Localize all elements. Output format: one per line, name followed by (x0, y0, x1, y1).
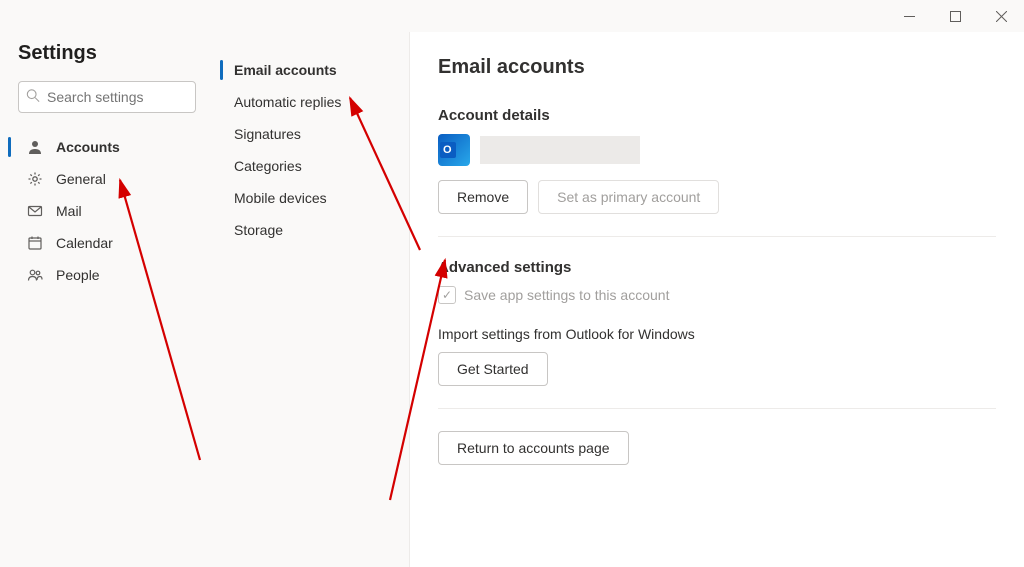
subnav-label: Automatic replies (234, 94, 341, 110)
set-primary-button: Set as primary account (538, 180, 719, 214)
nav-item-accounts[interactable]: Accounts (18, 131, 196, 163)
maximize-icon (950, 11, 961, 22)
account-email-redacted (480, 136, 640, 164)
checkbox-icon: ✓ (438, 286, 456, 304)
settings-sidebar: Settings Accounts General (0, 32, 210, 567)
account-details-heading: Account details (438, 107, 996, 124)
close-button[interactable] (978, 0, 1024, 32)
nav-label: Calendar (56, 235, 113, 251)
remove-button[interactable]: Remove (438, 180, 528, 214)
subnav-label: Categories (234, 158, 302, 174)
subnav-signatures[interactable]: Signatures (224, 118, 395, 150)
advanced-settings-heading: Advanced settings (438, 259, 996, 276)
divider (438, 408, 996, 409)
subnav-label: Signatures (234, 126, 301, 142)
search-box (18, 81, 196, 113)
save-app-settings-label: Save app settings to this account (464, 287, 669, 303)
nav-label: Accounts (56, 139, 120, 155)
nav-item-general[interactable]: General (18, 163, 196, 195)
save-app-settings-row: ✓ Save app settings to this account (438, 286, 996, 304)
minimize-button[interactable] (886, 0, 932, 32)
people-icon (26, 267, 44, 283)
gear-icon (26, 171, 44, 187)
search-icon (26, 89, 40, 106)
titlebar (0, 0, 1024, 32)
nav-label: Mail (56, 203, 82, 219)
subnav-label: Email accounts (234, 62, 337, 78)
divider (438, 236, 996, 237)
primary-nav: Accounts General Mail Calendar (18, 131, 196, 291)
subnav-storage[interactable]: Storage (224, 214, 395, 246)
subnav-mobile-devices[interactable]: Mobile devices (224, 182, 395, 214)
subnav-label: Mobile devices (234, 190, 327, 206)
nav-item-calendar[interactable]: Calendar (18, 227, 196, 259)
mail-icon (26, 203, 44, 219)
nav-label: General (56, 171, 106, 187)
account-row (438, 134, 996, 166)
import-settings-text: Import settings from Outlook for Windows (438, 326, 996, 342)
maximize-button[interactable] (932, 0, 978, 32)
subnav-email-accounts[interactable]: Email accounts (224, 54, 395, 86)
subnav-automatic-replies[interactable]: Automatic replies (224, 86, 395, 118)
close-icon (996, 11, 1007, 22)
nav-label: People (56, 267, 100, 283)
minimize-icon (904, 16, 915, 17)
secondary-nav: Email accounts Automatic replies Signatu… (224, 54, 395, 246)
nav-item-mail[interactable]: Mail (18, 195, 196, 227)
person-icon (26, 139, 44, 155)
get-started-button[interactable]: Get Started (438, 352, 548, 386)
nav-item-people[interactable]: People (18, 259, 196, 291)
outlook-icon (438, 134, 470, 166)
account-actions: Remove Set as primary account (438, 180, 996, 214)
return-button[interactable]: Return to accounts page (438, 431, 629, 465)
main-content: Email accounts Account details Remove Se… (410, 32, 1024, 567)
sub-sidebar: Email accounts Automatic replies Signatu… (210, 32, 410, 567)
settings-title: Settings (18, 42, 196, 65)
page-title: Email accounts (438, 56, 996, 79)
subnav-label: Storage (234, 222, 283, 238)
subnav-categories[interactable]: Categories (224, 150, 395, 182)
search-input[interactable] (18, 81, 196, 113)
calendar-icon (26, 235, 44, 251)
